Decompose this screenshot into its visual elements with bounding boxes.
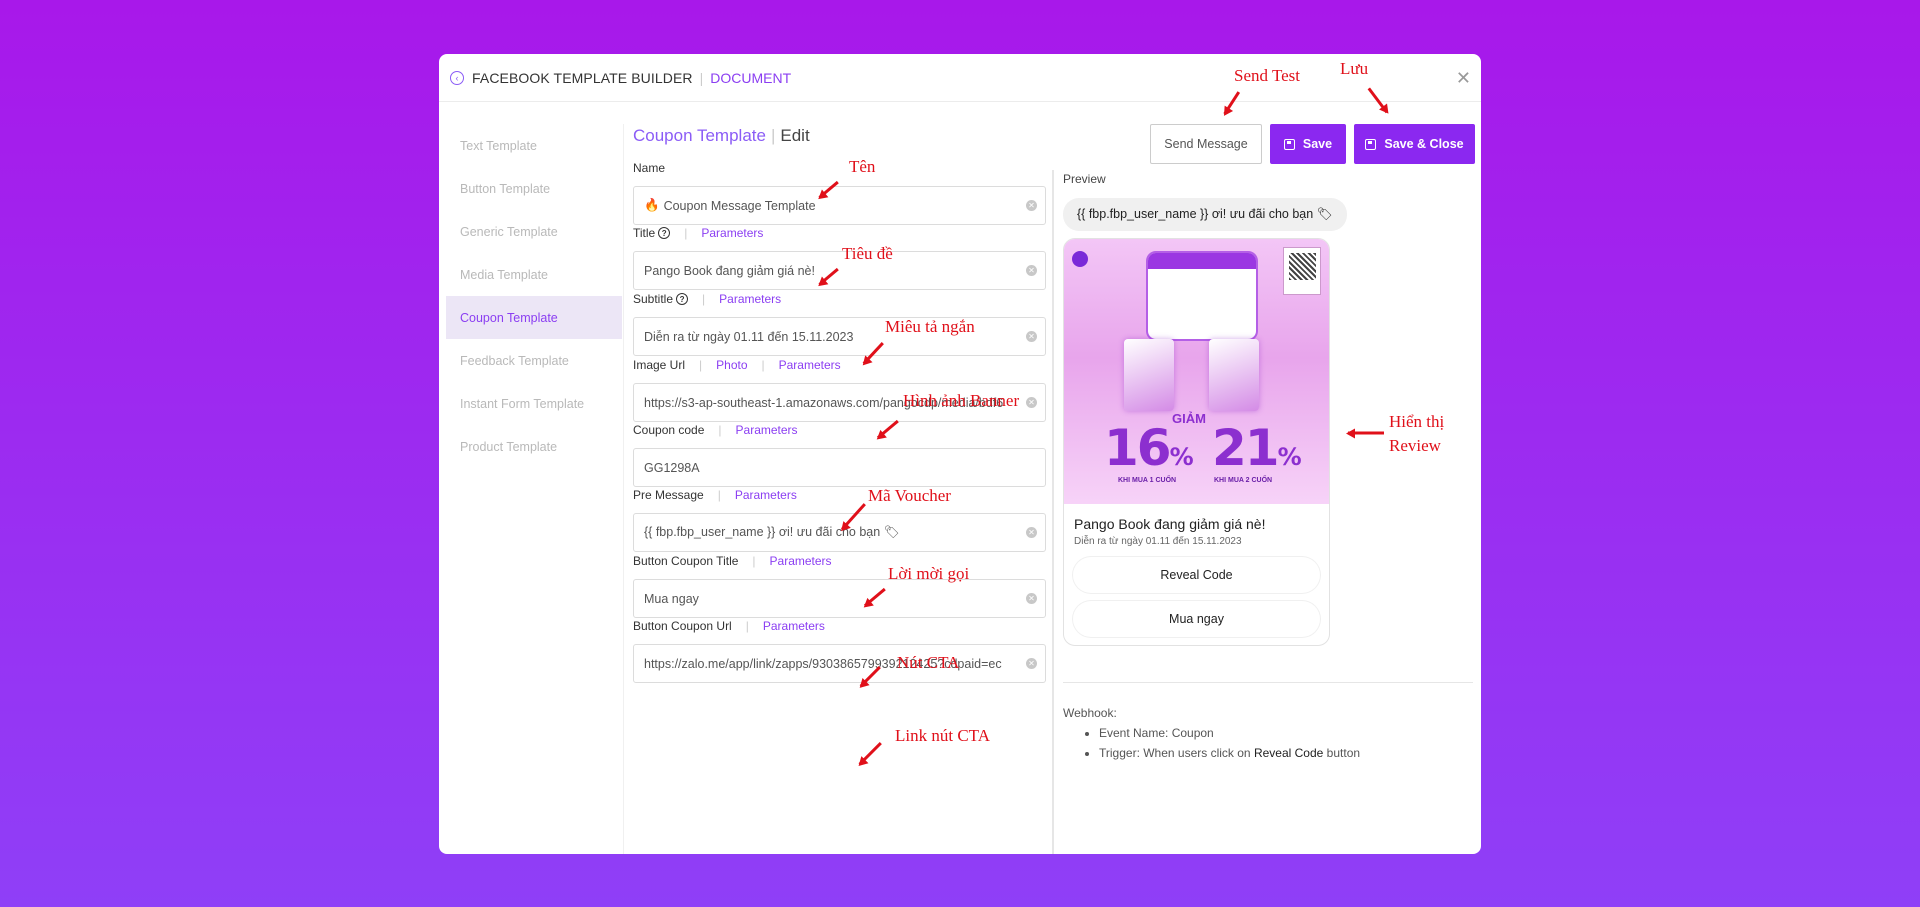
qr-code — [1283, 247, 1321, 295]
title-label: Title — [633, 226, 656, 240]
annotation-ten: Tên — [849, 157, 876, 176]
sidebar-item-media-template[interactable]: Media Template — [446, 253, 622, 296]
book-graphic — [1209, 339, 1259, 411]
annotation-tieu-de: Tiêu đề — [842, 244, 893, 263]
preview-panel: Preview {{ fbp.fbp_user_name }} ơi! ưu đ… — [1063, 172, 1481, 646]
pre-message-parameters-link[interactable]: Parameters — [735, 488, 797, 502]
sidebar-item-feedback-template[interactable]: Feedback Template — [446, 339, 622, 382]
fire-icon: 🔥 — [644, 198, 660, 212]
help-icon[interactable]: ? — [676, 293, 689, 305]
back-icon[interactable]: ‹ — [450, 70, 464, 85]
book-graphic — [1124, 339, 1174, 411]
phone-graphic — [1146, 251, 1258, 341]
banner-sub-label-2: KHI MUA 2 CUỐN — [1214, 477, 1273, 484]
annotation-hien-thi: Hiển thị — [1389, 412, 1445, 431]
reveal-code-button[interactable]: Reveal Code — [1073, 557, 1320, 593]
save-and-close-button[interactable]: Save & Close — [1354, 124, 1475, 164]
button-url-input[interactable]: https://zalo.me/app/link/zapps/930386579… — [633, 644, 1046, 683]
annotation-ma-voucher: Mã Voucher — [868, 486, 951, 505]
banner-discount-2: 21% — [1212, 419, 1302, 477]
annotation-hinh-anh-banner: Hình ảnh Banner — [903, 391, 1020, 410]
subtitle-field-group: Subtitle ? | Parameters Diễn ra từ ngày … — [633, 291, 1046, 356]
form-title: Coupon Template | Edit — [633, 126, 810, 145]
clear-icon[interactable]: ✕ — [1026, 397, 1037, 408]
sidebar-item-button-template[interactable]: Button Template — [446, 167, 622, 210]
subtitle-input[interactable]: Diễn ra từ ngày 01.11 đến 15.11.2023 ✕ — [633, 317, 1046, 356]
banner-sub-label-1: KHI MUA 1 CUỐN — [1118, 477, 1177, 484]
brand-logo — [1072, 251, 1088, 267]
coupon-card: GIẢM 16% 21% KHI MUA 1 CUỐN KHI MUA 2 CU… — [1063, 238, 1330, 646]
coupon-code-input[interactable]: GG1298A — [633, 448, 1046, 487]
image-url-label: Image Url — [633, 358, 686, 372]
title-parameters-link[interactable]: Parameters — [701, 226, 763, 240]
buy-now-button[interactable]: Mua ngay — [1073, 601, 1320, 637]
button-url-field-group: Button Coupon Url | Parameters https://z… — [633, 618, 1046, 683]
annotation-review: Review — [1389, 436, 1441, 455]
sidebar-item-text-template[interactable]: Text Template — [446, 124, 622, 167]
image-url-parameters-link[interactable]: Parameters — [779, 358, 841, 372]
coupon-code-label: Coupon code — [633, 423, 705, 437]
name-label: Name — [633, 161, 666, 175]
arrow-icon — [1348, 432, 1384, 435]
clear-icon[interactable]: ✕ — [1026, 331, 1037, 342]
button-title-label: Button Coupon Title — [633, 554, 739, 568]
save-icon — [1365, 138, 1377, 150]
coupon-code-parameters-link[interactable]: Parameters — [736, 423, 798, 437]
coupon-code-field-group: Coupon code | Parameters GG1298A — [633, 422, 1046, 487]
clear-icon[interactable]: ✕ — [1026, 265, 1037, 276]
card-title: Pango Book đang giảm giá nè! — [1074, 516, 1266, 532]
card-subtitle: Diễn ra từ ngày 01.11 đến 15.11.2023 — [1074, 536, 1242, 547]
clear-icon[interactable]: ✕ — [1026, 527, 1037, 538]
modal-header: ‹ FACEBOOK TEMPLATE BUILDER | DOCUMENT — [439, 54, 1481, 102]
sidebar-item-product-template[interactable]: Product Template — [446, 425, 622, 468]
pre-message-label: Pre Message — [633, 488, 704, 502]
webhook-trigger: Trigger: When users click on Reveal Code… — [1099, 746, 1473, 760]
name-input[interactable]: 🔥 Coupon Message Template ✕ — [633, 186, 1046, 225]
annotation-luu: Lưu — [1340, 59, 1369, 78]
document-link[interactable]: DOCUMENT — [710, 70, 791, 86]
banner-image: GIẢM 16% 21% KHI MUA 1 CUỐN KHI MUA 2 CU… — [1064, 239, 1329, 504]
image-url-field-group: Image Url | Photo | Parameters https://s… — [633, 357, 1046, 422]
preview-label: Preview — [1063, 172, 1106, 186]
builder-title: FACEBOOK TEMPLATE BUILDER — [472, 69, 693, 86]
pre-message-bubble: {{ fbp.fbp_user_name }} ơi! ưu đãi cho b… — [1063, 198, 1347, 231]
annotation-nut-cta: Nút CTA — [897, 653, 960, 672]
subtitle-parameters-link[interactable]: Parameters — [719, 292, 781, 306]
close-icon[interactable]: ✕ — [1456, 68, 1471, 89]
clear-icon[interactable]: ✕ — [1026, 593, 1037, 604]
photo-link[interactable]: Photo — [716, 358, 747, 372]
button-title-field-group: Button Coupon Title | Parameters Mua nga… — [633, 553, 1046, 618]
pre-message-input[interactable]: {{ fbp.fbp_user_name }} ơi! ưu đãi cho b… — [633, 513, 1046, 552]
annotation-mieu-ta-ngan: Miêu tả ngắn — [885, 317, 975, 336]
toolbar: Send Message Save Save & Close — [1150, 124, 1475, 164]
help-icon[interactable]: ? — [658, 227, 671, 239]
pre-message-field-group: Pre Message | Parameters {{ fbp.fbp_user… — [633, 487, 1046, 552]
save-icon — [1283, 138, 1295, 150]
send-message-button[interactable]: Send Message — [1150, 124, 1262, 164]
sidebar-item-instant-form-template[interactable]: Instant Form Template — [446, 382, 622, 425]
annotation-link-nut-cta: Link nút CTA — [895, 726, 990, 745]
subtitle-label: Subtitle — [633, 292, 674, 306]
save-button[interactable]: Save — [1270, 124, 1346, 164]
button-url-parameters-link[interactable]: Parameters — [763, 619, 825, 633]
title-field-group: Title ? | Parameters Pango Book đang giả… — [633, 225, 1046, 290]
sidebar-item-generic-template[interactable]: Generic Template — [446, 210, 622, 253]
webhook-label: Webhook: — [1063, 706, 1117, 720]
webhook-event: Event Name: Coupon — [1099, 726, 1473, 740]
sidebar-item-coupon-template[interactable]: Coupon Template — [446, 296, 622, 339]
title-input[interactable]: Pango Book đang giảm giá nè! ✕ — [633, 251, 1046, 290]
banner-discount-1: 16% — [1104, 419, 1194, 477]
clear-icon[interactable]: ✕ — [1026, 658, 1037, 669]
template-sidebar: Text Template Button Template Generic Te… — [446, 124, 622, 468]
button-title-input[interactable]: Mua ngay ✕ — [633, 579, 1046, 618]
webhook-info: Webhook: Event Name: Coupon Trigger: Whe… — [1063, 682, 1473, 766]
clear-icon[interactable]: ✕ — [1026, 200, 1037, 211]
annotation-send-test: Send Test — [1234, 66, 1301, 85]
coupon-form: Coupon Template | Edit Name 🔥 Coupon Messag… — [633, 126, 1053, 683]
name-field-group: Name 🔥 Coupon Message Template ✕ — [633, 160, 1046, 225]
annotation-loi-moi-goi: Lời mời gọi — [888, 564, 970, 583]
button-title-parameters-link[interactable]: Parameters — [770, 554, 832, 568]
button-url-label: Button Coupon Url — [633, 619, 732, 633]
